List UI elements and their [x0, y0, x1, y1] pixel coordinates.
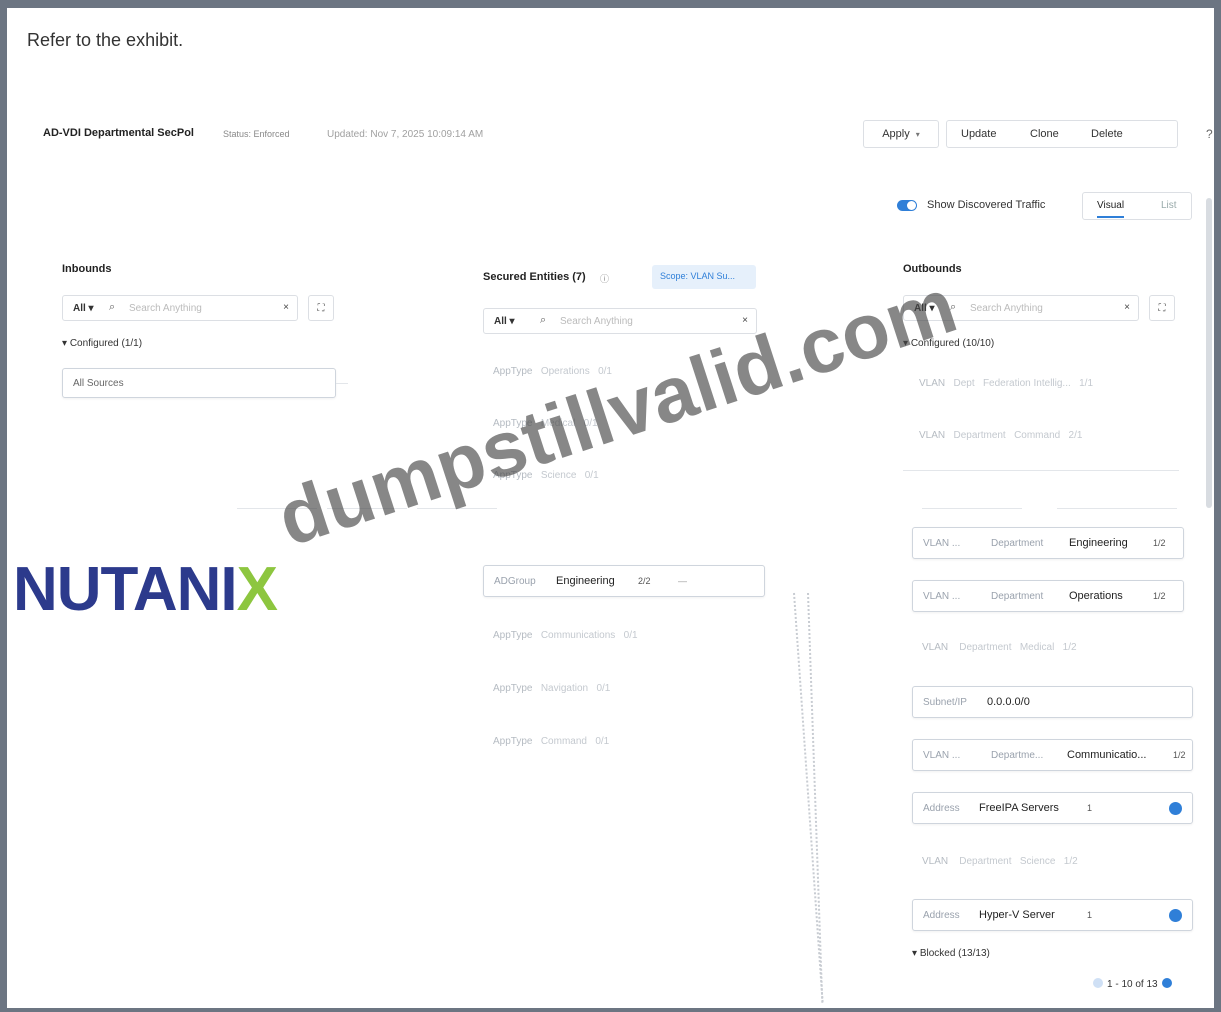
question-text: Refer to the exhibit.	[27, 30, 184, 50]
entity-value: Communicatio...	[1067, 749, 1147, 761]
entity-value: All Sources	[73, 378, 124, 389]
tab-list[interactable]: List	[1161, 200, 1177, 211]
policy-updated: Updated: Nov 7, 2025 10:09:14 AM	[327, 129, 484, 140]
connector-line	[922, 508, 1022, 509]
scope-badge[interactable]: Scope: VLAN Su...	[652, 265, 756, 289]
connector-line	[336, 383, 348, 384]
scrollbar[interactable]	[1206, 198, 1212, 508]
search-input[interactable]: Search Anything	[560, 316, 633, 327]
divider	[903, 470, 1179, 471]
inbounds-configured-label[interactable]: ▾ Configured (1/1)	[62, 338, 142, 349]
entity-count: 1	[1087, 803, 1093, 813]
status-dot-icon	[1169, 909, 1182, 922]
entity-value: Hyper-V Server	[979, 909, 1055, 921]
tab-visual[interactable]: Visual	[1097, 200, 1125, 218]
outbound-entity-hyperv[interactable]: Address Hyper-V Server 1	[912, 899, 1193, 931]
outbound-entity-faded[interactable]: VLAN Dept Federation Intellig... 1/1	[919, 378, 1093, 389]
inbound-all-sources[interactable]: All Sources	[62, 368, 336, 398]
pagination: 1 - 10 of 13	[1089, 978, 1176, 990]
entity-value: Engineering	[1069, 537, 1128, 549]
help-icon[interactable]: ?	[1206, 127, 1213, 141]
secured-entity-faded[interactable]: AppType Navigation 0/1	[493, 683, 610, 694]
more-icon[interactable]: —	[678, 576, 687, 586]
secured-title: Secured Entities (7)	[483, 271, 586, 283]
prev-page-icon[interactable]	[1093, 978, 1103, 988]
expand-icon[interactable]: ⛶	[308, 295, 334, 321]
pagination-label: 1 - 10 of 13	[1107, 979, 1158, 990]
entity-type: VLAN ...	[923, 750, 961, 761]
entity-count: 1/2	[1153, 591, 1166, 601]
search-icon: ⌕	[109, 301, 116, 313]
clone-button[interactable]: Clone	[1030, 128, 1059, 140]
entity-type: Subnet/IP	[923, 697, 967, 708]
entity-value: Engineering	[556, 575, 615, 587]
clear-icon[interactable]: ×	[1124, 302, 1130, 313]
info-icon[interactable]: ⓘ	[600, 272, 609, 285]
entity-category: Departme...	[991, 750, 1044, 761]
connector-line	[1057, 508, 1177, 509]
filter-select[interactable]: All ▾	[73, 303, 94, 314]
entity-category: Department	[991, 538, 1044, 549]
entity-value: FreeIPA Servers	[979, 802, 1059, 814]
outbound-entity-freeipa[interactable]: Address FreeIPA Servers 1	[912, 792, 1193, 824]
secured-entity-faded[interactable]: AppType Command 0/1	[493, 736, 609, 747]
inbounds-title: Inbounds	[62, 263, 112, 275]
delete-button[interactable]: Delete	[1091, 128, 1123, 140]
search-icon: ⌕	[540, 314, 547, 326]
secured-entity-engineering[interactable]: ADGroup Engineering 2/2 —	[483, 565, 765, 597]
search-input[interactable]: Search Anything	[129, 303, 202, 314]
update-button[interactable]: Update	[961, 128, 996, 140]
exhibit-frame: Refer to the exhibit. AD-VDI Departmenta…	[7, 8, 1214, 1008]
view-tabs: Visual List	[1082, 192, 1192, 220]
blocked-label[interactable]: ▾ Blocked (13/13)	[912, 948, 990, 959]
outbound-entity[interactable]: VLAN ... Departme... Communicatio... 1/2	[912, 739, 1193, 771]
entity-value: Operations	[1069, 590, 1123, 602]
entity-count: 2/2	[638, 576, 651, 586]
outbound-entity[interactable]: VLAN ... Department Operations 1/2	[912, 580, 1184, 612]
clear-icon[interactable]: ×	[283, 302, 289, 313]
nutanix-logo: NUTANIX	[13, 555, 278, 624]
entity-count: 1/2	[1173, 750, 1186, 760]
next-page-icon[interactable]	[1161, 978, 1172, 988]
entity-category: Department	[991, 591, 1044, 602]
search-input[interactable]: Search Anything	[970, 303, 1043, 314]
action-button-group: Update Clone Delete	[946, 120, 1178, 148]
entity-type: VLAN ...	[923, 591, 961, 602]
entity-type: Address	[923, 910, 960, 921]
policy-title: AD-VDI Departmental SecPol	[43, 127, 194, 139]
inbounds-search[interactable]: All ▾ ⌕ Search Anything ×	[62, 295, 298, 321]
expand-icon[interactable]: ⛶	[1149, 295, 1175, 321]
entity-count: 1	[1087, 910, 1093, 920]
entity-type: Address	[923, 803, 960, 814]
flow-connector	[807, 592, 824, 1003]
status-dot-icon	[1169, 802, 1182, 815]
secured-search[interactable]: All ▾ ⌕ Search Anything ×	[483, 308, 757, 334]
secured-entity-faded[interactable]: AppType Communications 0/1	[493, 630, 638, 641]
watermark-text: dumpstillvalid.com	[267, 260, 967, 563]
apply-label: Apply	[882, 128, 910, 140]
chevron-down-icon: ▾	[915, 129, 920, 139]
outbound-entity-faded[interactable]: VLAN Department Command 2/1	[919, 430, 1082, 441]
show-discovered-label: Show Discovered Traffic	[927, 199, 1046, 211]
outbound-entity-faded[interactable]: VLAN Department Medical 1/2	[922, 642, 1077, 653]
entity-count: 1/2	[1153, 538, 1166, 548]
apply-button[interactable]: Apply ▾	[863, 120, 939, 148]
filter-select[interactable]: All ▾	[494, 316, 515, 327]
show-discovered-toggle[interactable]	[897, 200, 917, 211]
entity-type: VLAN ...	[923, 538, 961, 549]
entity-value: 0.0.0.0/0	[987, 696, 1030, 708]
outbound-entity-faded[interactable]: VLAN Department Science 1/2	[922, 856, 1078, 867]
entity-type: ADGroup	[494, 576, 536, 587]
outbound-entity[interactable]: VLAN ... Department Engineering 1/2	[912, 527, 1184, 559]
policy-header: AD-VDI Departmental SecPol Status: Enfor…	[43, 116, 1214, 152]
policy-status: Status: Enforced	[223, 129, 290, 139]
outbound-entity[interactable]: Subnet/IP 0.0.0.0/0	[912, 686, 1193, 718]
